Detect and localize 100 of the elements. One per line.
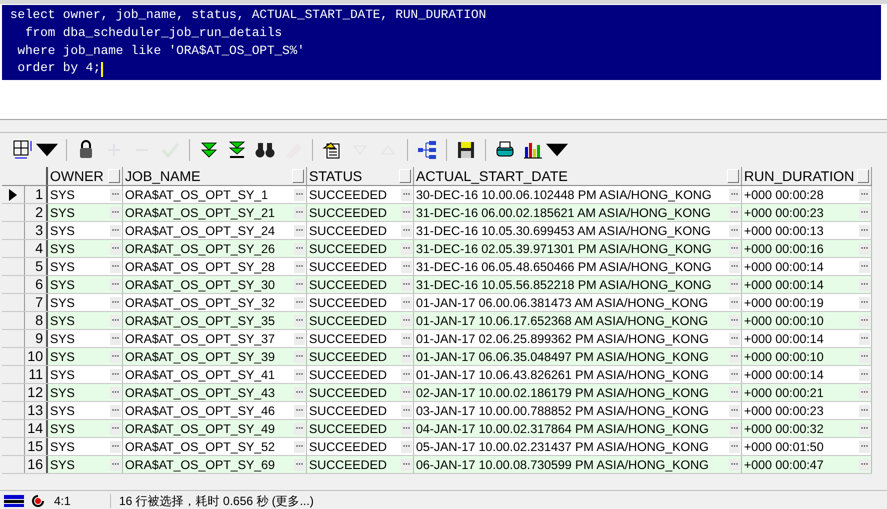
table-row[interactable]: 16 SYS ORA$AT_OS_OPT_SY_69 SUCCEEDED 06-JAN-17 10.00.08.730599 PM ASIA/HONG_KONG +000 00:00:47 <box>2 456 872 474</box>
ellipsis-icon[interactable] <box>294 314 305 326</box>
ellipsis-icon[interactable] <box>401 458 412 470</box>
table-row[interactable]: 3 SYS ORA$AT_OS_OPT_SY_24 SUCCEEDED 31-DEC-16 10.05.30.699453 AM ASIA/HONG_KONG +000 00:00:13 <box>2 222 872 240</box>
ellipsis-icon[interactable] <box>294 188 305 200</box>
ellipsis-icon[interactable] <box>729 260 740 272</box>
ellipsis-icon[interactable] <box>859 440 870 452</box>
ellipsis-icon[interactable] <box>859 296 870 308</box>
ellipsis-icon[interactable] <box>859 278 870 290</box>
ellipsis-icon[interactable] <box>294 368 305 380</box>
table-row[interactable]: 14 SYS ORA$AT_OS_OPT_SY_49 SUCCEEDED 04-JAN-17 10.00.02.317864 PM ASIA/HONG_KONG +000 00:00:32 <box>2 420 872 438</box>
column-header[interactable]: ACTUAL_START_DATE <box>416 168 568 184</box>
header-button-icon[interactable] <box>292 169 304 183</box>
ellipsis-icon[interactable] <box>294 458 305 470</box>
ellipsis-icon[interactable] <box>729 224 740 236</box>
column-header[interactable]: RUN_DURATION <box>744 168 854 184</box>
table-row[interactable]: 13 SYS ORA$AT_OS_OPT_SY_46 SUCCEEDED 03-JAN-17 10.00.00.788852 PM ASIA/HONG_KONG +000 00:00:23 <box>2 402 872 420</box>
ellipsis-icon[interactable] <box>294 224 305 236</box>
ellipsis-icon[interactable] <box>401 404 412 416</box>
ellipsis-icon[interactable] <box>110 206 121 218</box>
row-indicator[interactable] <box>2 186 25 203</box>
ellipsis-icon[interactable] <box>110 332 121 344</box>
ellipsis-icon[interactable] <box>859 260 870 272</box>
header-button-icon[interactable] <box>727 169 739 183</box>
table-row[interactable]: 8 SYS ORA$AT_OS_OPT_SY_35 SUCCEEDED 01-JAN-17 10.06.17.652368 AM ASIA/HONG_KONG +000 00:00:10 <box>2 312 872 330</box>
ellipsis-icon[interactable] <box>729 404 740 416</box>
column-header[interactable]: STATUS <box>309 168 362 184</box>
ellipsis-icon[interactable] <box>294 386 305 398</box>
ellipsis-icon[interactable] <box>729 386 740 398</box>
ellipsis-icon[interactable] <box>859 458 870 470</box>
ellipsis-icon[interactable] <box>401 242 412 254</box>
header-button-icon[interactable] <box>108 169 120 183</box>
ellipsis-icon[interactable] <box>401 188 412 200</box>
ellipsis-icon[interactable] <box>110 224 121 236</box>
ellipsis-icon[interactable] <box>294 278 305 290</box>
table-row[interactable]: 7 SYS ORA$AT_OS_OPT_SY_32 SUCCEEDED 01-JAN-17 06.00.06.381473 AM ASIA/HONG_KONG +000 00:00:19 <box>2 294 872 312</box>
ellipsis-icon[interactable] <box>401 422 412 434</box>
sql-editor[interactable]: select owner, job_name, status, ACTUAL_START_DATE, RUN_DURATION from dba_scheduler_job_run_details where job_name like 'ORA$AT_OS_OPT_S%' order by 4; <box>0 5 881 80</box>
ellipsis-icon[interactable] <box>294 332 305 344</box>
ellipsis-icon[interactable] <box>110 422 121 434</box>
ellipsis-icon[interactable] <box>729 458 740 470</box>
table-row[interactable]: 1 SYS ORA$AT_OS_OPT_SY_1 SUCCEEDED 30-DEC-16 10.00.06.102448 PM ASIA/HONG_KONG +000 00:00:28 <box>2 186 872 204</box>
ellipsis-icon[interactable] <box>729 242 740 254</box>
ellipsis-icon[interactable] <box>110 242 121 254</box>
ellipsis-icon[interactable] <box>729 206 740 218</box>
ellipsis-icon[interactable] <box>110 296 121 308</box>
ellipsis-icon[interactable] <box>859 188 870 200</box>
ellipsis-icon[interactable] <box>110 458 121 470</box>
ellipsis-icon[interactable] <box>401 278 412 290</box>
ellipsis-icon[interactable] <box>859 224 870 236</box>
ellipsis-icon[interactable] <box>859 404 870 416</box>
ellipsis-icon[interactable] <box>729 332 740 344</box>
table-row[interactable]: 2 SYS ORA$AT_OS_OPT_SY_21 SUCCEEDED 31-DEC-16 06.00.02.185621 AM ASIA/HONG_KONG +000 00:00:23 <box>2 204 872 222</box>
ellipsis-icon[interactable] <box>401 314 412 326</box>
ellipsis-icon[interactable] <box>401 296 412 308</box>
ellipsis-icon[interactable] <box>859 332 870 344</box>
ellipsis-icon[interactable] <box>110 278 121 290</box>
ellipsis-icon[interactable] <box>401 440 412 452</box>
header-button-icon[interactable] <box>857 169 869 183</box>
table-row[interactable]: 12 SYS ORA$AT_OS_OPT_SY_43 SUCCEEDED 02-JAN-17 10.00.02.186179 PM ASIA/HONG_KONG +000 00:00:21 <box>2 384 872 402</box>
ellipsis-icon[interactable] <box>294 242 305 254</box>
ellipsis-icon[interactable] <box>729 296 740 308</box>
ellipsis-icon[interactable] <box>110 368 121 380</box>
table-row[interactable]: 10 SYS ORA$AT_OS_OPT_SY_39 SUCCEEDED 01-JAN-17 06.06.35.048497 PM ASIA/HONG_KONG +000 00:00:10 <box>2 348 872 366</box>
ellipsis-icon[interactable] <box>294 404 305 416</box>
ellipsis-icon[interactable] <box>294 350 305 362</box>
ellipsis-icon[interactable] <box>859 242 870 254</box>
ellipsis-icon[interactable] <box>110 188 121 200</box>
ellipsis-icon[interactable] <box>729 314 740 326</box>
ellipsis-icon[interactable] <box>110 314 121 326</box>
ellipsis-icon[interactable] <box>859 206 870 218</box>
table-row[interactable]: 9 SYS ORA$AT_OS_OPT_SY_37 SUCCEEDED 01-JAN-17 02.06.25.899362 PM ASIA/HONG_KONG +000 00:00:14 <box>2 330 872 348</box>
ellipsis-icon[interactable] <box>401 206 412 218</box>
ellipsis-icon[interactable] <box>729 422 740 434</box>
table-row[interactable]: 5 SYS ORA$AT_OS_OPT_SY_28 SUCCEEDED 31-DEC-16 06.05.48.650466 PM ASIA/HONG_KONG +000 00:00:14 <box>2 258 872 276</box>
ellipsis-icon[interactable] <box>729 278 740 290</box>
ellipsis-icon[interactable] <box>401 224 412 236</box>
ellipsis-icon[interactable] <box>110 440 121 452</box>
ellipsis-icon[interactable] <box>401 260 412 272</box>
ellipsis-icon[interactable] <box>294 296 305 308</box>
ellipsis-icon[interactable] <box>859 422 870 434</box>
table-row[interactable]: 11 SYS ORA$AT_OS_OPT_SY_41 SUCCEEDED 01-JAN-17 10.06.43.826261 PM ASIA/HONG_KONG +000 00:00:14 <box>2 366 872 384</box>
ellipsis-icon[interactable] <box>729 368 740 380</box>
ellipsis-icon[interactable] <box>294 422 305 434</box>
ellipsis-icon[interactable] <box>729 350 740 362</box>
ellipsis-icon[interactable] <box>294 260 305 272</box>
ellipsis-icon[interactable] <box>110 404 121 416</box>
ellipsis-icon[interactable] <box>401 350 412 362</box>
ellipsis-icon[interactable] <box>859 368 870 380</box>
column-header[interactable]: JOB_NAME <box>125 168 200 184</box>
table-row[interactable]: 4 SYS ORA$AT_OS_OPT_SY_26 SUCCEEDED 31-DEC-16 02.05.39.971301 PM ASIA/HONG_KONG +000 00:00:16 <box>2 240 872 258</box>
ellipsis-icon[interactable] <box>729 188 740 200</box>
ellipsis-icon[interactable] <box>859 386 870 398</box>
ellipsis-icon[interactable] <box>294 440 305 452</box>
column-header[interactable]: OWNER <box>50 168 104 184</box>
ellipsis-icon[interactable] <box>401 386 412 398</box>
ellipsis-icon[interactable] <box>110 386 121 398</box>
ellipsis-icon[interactable] <box>110 260 121 272</box>
ellipsis-icon[interactable] <box>859 314 870 326</box>
table-row[interactable]: 6 SYS ORA$AT_OS_OPT_SY_30 SUCCEEDED 31-DEC-16 10.05.56.852218 PM ASIA/HONG_KONG +000 00:00:14 <box>2 276 872 294</box>
